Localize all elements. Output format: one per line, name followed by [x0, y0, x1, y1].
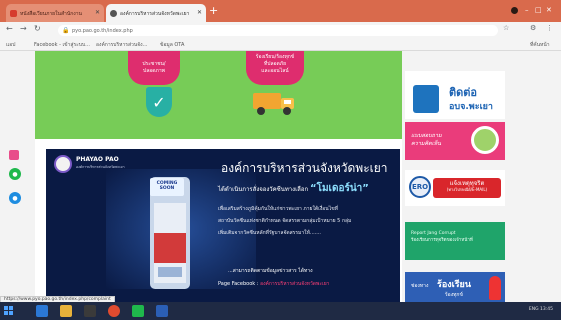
report-button: แจ้งเหตุทุจริต (ทางไปรษณีย์/E-MAIL) — [433, 178, 501, 198]
line-chat-icon[interactable]: ● — [9, 168, 21, 180]
banner-facebook-name: องค์การบริหารส่วนจังหวัดพะเยา — [260, 281, 330, 287]
lock-icon: 🔒 — [62, 27, 70, 34]
bookmark-other[interactable]: ที่คั่นหน้า — [530, 41, 550, 49]
shield-check-icon: ✓ — [146, 87, 172, 117]
minimize-window-icon[interactable]: – — [525, 6, 529, 14]
complaint-tube-icon — [489, 276, 501, 300]
banner-logo-title: PHAYAO PAO — [76, 156, 119, 163]
survey-line-2: ความคิดเห็น — [411, 141, 441, 147]
back-arrow-icon[interactable]: ← — [6, 24, 13, 33]
banner-line-2: เพื่อเสริมสร้างภูมิคุ้มกันให้แก่ชาวพะเยา… — [218, 206, 338, 212]
tab-label: หนังสือเวียนภายในสำนักงาน — [20, 11, 82, 17]
tab-label: องค์การบริหารส่วนจังหวัดพะเยา — [120, 11, 190, 17]
tab-phayao-pao[interactable]: องค์การบริหารส่วนจังหวัดพะเยา ✕ — [106, 4, 206, 22]
hero-button-safety[interactable]: ประชาชน/ ปลอดภาพ — [128, 51, 180, 85]
survey-line-1: แบบสอบถาม — [411, 133, 442, 139]
screen: หนังสือเวียนภายในสำนักงาน ✕ องค์การบริหา… — [0, 0, 561, 320]
bookmark-pao[interactable]: องค์การบริหารส่วนจัง... — [96, 41, 147, 49]
survey-icon — [471, 126, 499, 154]
extensions-icon[interactable]: ⚙ — [530, 24, 536, 32]
complaint-small: ช่องทาง — [411, 283, 429, 289]
banner-follow-text: ...สามารถติดตามข้อมูลข่าวสาร ได้ทาง — [228, 268, 313, 274]
contact-card[interactable]: ติดต่อ อบจ.พะเยา — [405, 71, 505, 119]
new-tab-button[interactable]: + — [209, 5, 218, 17]
complaint-card[interactable]: ช่องทาง ร้องเรียน ร้องทุกข์ — [405, 272, 505, 302]
browser-tab-strip: หนังสือเวียนภายในสำนักงาน ✕ องค์การบริหา… — [0, 0, 561, 22]
survey-card[interactable]: แบบสอบถาม ความคิดเห็น — [405, 122, 505, 160]
address-toolbar: ← → ↻ 🔒 pyo.pao.go.th/index.php ☆ ⚙ ⋮ — [0, 22, 561, 38]
star-icon[interactable]: ☆ — [503, 24, 509, 32]
bookmarks-bar: แอป Facebook - เข้าสู่ระบบ... องค์การบริ… — [0, 38, 561, 51]
forward-arrow-icon[interactable]: → — [20, 24, 27, 33]
complaint-sub: ร้องทุกข์ — [445, 292, 463, 298]
hero-section — [35, 51, 402, 139]
tab-favicon-icon — [110, 10, 117, 17]
report-line-2: (ทางไปรษณีย์/E-MAIL) — [446, 187, 488, 192]
anti-corruption-line-1: Report Jang Corrupt — [411, 231, 456, 236]
maximize-window-icon[interactable]: □ — [535, 6, 542, 14]
reload-icon[interactable]: ↻ — [34, 24, 41, 33]
profile-avatar[interactable] — [511, 7, 518, 14]
line-app-icon[interactable] — [132, 305, 144, 317]
anti-corruption-card[interactable]: Report Jang Corrupt ร้องเรียนการทุจริตขอ… — [405, 222, 505, 260]
menu-kebab-icon[interactable]: ⋮ — [546, 24, 553, 32]
hero-button-complaint[interactable]: ร้องเรียน/ร้องทุกข์ ที่ปลอดภัย และออนไลน… — [246, 51, 304, 85]
report-corruption-card[interactable]: ERO แจ้งเหตุทุจริต (ทางไปรษณีย์/E-MAIL) — [405, 170, 505, 206]
banner-line-4: เพิ่มเติมจากวัคซีนหลักที่รัฐบาลจัดสรรมาใ… — [218, 230, 322, 236]
bookmark-apps[interactable]: แอป — [6, 41, 15, 49]
system-tray: ENG 13:45 — [528, 307, 553, 312]
banner-line-1-prefix: ได้ดำเนินการสั่งจองวัคซีนทางเลือก — [218, 186, 309, 193]
app-icon[interactable] — [84, 305, 96, 317]
messenger-icon[interactable]: ● — [9, 192, 21, 204]
hero-button-text: และออนไลน์ — [261, 68, 289, 74]
banner-title: องค์การบริหารส่วนจังหวัดพะเยา — [221, 161, 388, 175]
banner-logo-subtitle: องค์การบริหารส่วนจังหวัดพะเยา — [76, 165, 125, 169]
bookmark-ota[interactable]: ข้อมูล OTA — [160, 41, 184, 49]
banner-moderna-quote: “โมเดอร์น่า” — [310, 183, 369, 194]
file-explorer-icon[interactable] — [60, 305, 72, 317]
close-tab-icon[interactable]: ✕ — [95, 9, 100, 16]
contact-icon — [413, 85, 439, 113]
contact-subtitle: อบจ.พะเยา — [449, 102, 493, 112]
complaint-big: ร้องเรียน — [437, 280, 471, 290]
close-tab-icon[interactable]: ✕ — [197, 9, 202, 16]
url-input[interactable]: 🔒 pyo.pao.go.th/index.php — [58, 25, 498, 36]
banner-line-3: สถาบันวัคซีนแห่งชาติกำหนด จัดสรรตามกลุ่ม… — [218, 218, 352, 224]
hero-button-text: ร้องเรียน/ร้องทุกข์ — [255, 54, 295, 60]
url-text: pyo.pao.go.th/index.php — [72, 28, 133, 34]
close-window-icon[interactable]: ✕ — [546, 6, 552, 14]
web-page: ประชาชน/ ปลอดภาพ ร้องเรียน/ร้องทุกข์ ที่… — [0, 51, 561, 302]
hero-button-text: ที่ปลอดภัย — [263, 61, 286, 67]
ero-logo: ERO — [409, 176, 431, 198]
pao-logo-icon — [54, 155, 72, 173]
coming-soon-label: COMING SOON — [150, 178, 184, 196]
word-icon[interactable] — [156, 305, 168, 317]
windows-start-icon[interactable] — [4, 306, 14, 316]
side-toggle-tab[interactable] — [9, 150, 19, 160]
hero-button-text: ปลอดภาพ — [143, 68, 165, 74]
windows-taskbar: ENG 13:45 — [0, 302, 561, 320]
anti-corruption-text: Report Jang Corrupt ร้องเรียนการทุจริตขอ… — [411, 230, 473, 244]
delivery-truck-icon — [253, 93, 294, 115]
edge-icon[interactable] — [36, 305, 48, 317]
tab-favicon-icon — [10, 10, 17, 17]
chrome-icon[interactable] — [108, 305, 120, 317]
banner-line-1: ได้ดำเนินการสั่งจองวัคซีนทางเลือก “โมเดอ… — [218, 181, 369, 196]
anti-corruption-line-2: ร้องเรียนการทุจริตของเจ้าหน้าที่ — [411, 238, 473, 243]
banner-facebook-line: Page Facebook : องค์การบริหารส่วนจังหวัด… — [218, 280, 329, 288]
tab-circular-letters[interactable]: หนังสือเวียนภายในสำนักงาน ✕ — [6, 4, 104, 22]
hero-button-text: ประชาชน/ — [142, 61, 166, 67]
bookmark-facebook[interactable]: Facebook - เข้าสู่ระบบ... — [34, 41, 90, 49]
vaccine-banner[interactable]: PHAYAO PAO องค์การบริหารส่วนจังหวัดพะเยา… — [46, 149, 400, 302]
banner-facebook-prefix: Page Facebook : — [218, 281, 259, 287]
survey-text: แบบสอบถาม ความคิดเห็น — [411, 132, 442, 148]
